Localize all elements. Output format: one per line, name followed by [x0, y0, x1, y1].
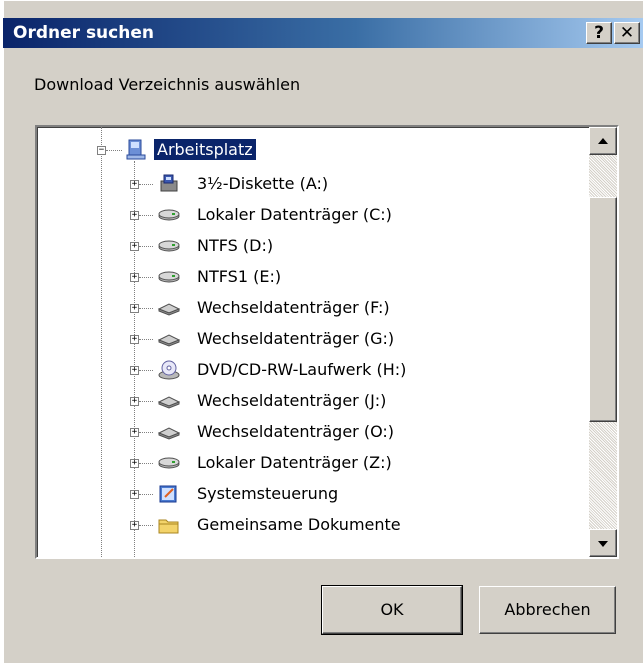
tree-line: [139, 401, 153, 402]
tree-line: [101, 127, 102, 557]
computer-icon: [126, 139, 146, 160]
expand-toggle[interactable]: +: [130, 242, 139, 251]
folder-icon: [158, 519, 179, 534]
tree-node-label[interactable]: 3½-Diskette (A:): [194, 173, 331, 194]
help-button[interactable]: ?: [586, 22, 612, 44]
floppy-drive-icon: [160, 174, 178, 192]
tree-line: [139, 432, 153, 433]
control-panel-icon: [159, 485, 177, 503]
expand-toggle[interactable]: +: [130, 521, 139, 530]
tree-line: [139, 525, 153, 526]
tree-node-label[interactable]: DVD/CD-RW-Laufwerk (H:): [194, 359, 409, 380]
arrow-up-icon: [598, 138, 608, 144]
expand-toggle[interactable]: +: [130, 304, 139, 313]
tree-node-label[interactable]: Wechseldatenträger (J:): [194, 390, 389, 411]
tree-line: [139, 370, 153, 371]
removable-drive-icon: [157, 427, 181, 440]
tree-line: [139, 246, 153, 247]
expand-toggle[interactable]: +: [130, 180, 139, 189]
arrow-down-icon: [598, 541, 608, 547]
tree-node-label[interactable]: Lokaler Datenträger (C:): [194, 204, 395, 225]
expand-toggle[interactable]: +: [130, 490, 139, 499]
hard-drive-icon: [158, 457, 180, 469]
expand-toggle[interactable]: +: [130, 459, 139, 468]
expand-toggle[interactable]: +: [130, 211, 139, 220]
tree-node-label[interactable]: Wechseldatenträger (O:): [194, 421, 397, 442]
vertical-scrollbar[interactable]: [589, 127, 617, 557]
scroll-down-button[interactable]: [589, 529, 617, 557]
ok-button[interactable]: OK: [321, 585, 463, 635]
tree-node-label[interactable]: NTFS (D:): [194, 235, 276, 256]
tree-line: [139, 308, 153, 309]
tree-line: [139, 339, 153, 340]
hard-drive-icon: [158, 240, 180, 252]
title-bar[interactable]: Ordner suchen ? ✕: [3, 18, 643, 48]
expand-toggle[interactable]: +: [130, 397, 139, 406]
expand-toggle[interactable]: +: [130, 366, 139, 375]
tree-node-label[interactable]: NTFS1 (E:): [194, 266, 284, 287]
hard-drive-icon: [158, 209, 180, 221]
tree-node-label[interactable]: Systemsteuerung: [194, 483, 341, 504]
cd-drive-icon: [158, 360, 180, 380]
tree-view[interactable]: − Arbeitsplatz +3½-Diskette (A:) + Lokaler…: [37, 127, 589, 557]
tree-line: [139, 277, 153, 278]
tree-node-label[interactable]: Wechseldatenträger (F:): [194, 297, 393, 318]
tree-node-label[interactable]: Wechseldatenträger (G:): [194, 328, 397, 349]
tree-line: [139, 184, 153, 185]
tree-line: [106, 150, 122, 151]
tree-line: [139, 463, 153, 464]
tree-line: [139, 494, 153, 495]
expand-toggle[interactable]: +: [130, 428, 139, 437]
removable-drive-icon: [157, 396, 181, 409]
window-title: Ordner suchen: [13, 23, 154, 43]
scroll-thumb[interactable]: [589, 197, 617, 422]
collapse-toggle[interactable]: −: [97, 146, 106, 155]
tree-node-label[interactable]: Gemeinsame Dokumente: [194, 514, 404, 535]
tree-node-label[interactable]: Lokaler Datenträger (Z:): [194, 452, 395, 473]
removable-drive-icon: [157, 303, 181, 316]
cancel-button[interactable]: Abbrechen: [479, 586, 616, 634]
folder-tree[interactable]: − Arbeitsplatz +3½-Diskette (A:) + Lokaler…: [35, 125, 619, 559]
close-button[interactable]: ✕: [614, 22, 640, 44]
dialog-prompt: Download Verzeichnis auswählen: [34, 75, 301, 94]
tree-node-root-label[interactable]: Arbeitsplatz: [154, 139, 256, 160]
hard-drive-icon: [158, 271, 180, 283]
expand-toggle[interactable]: +: [130, 335, 139, 344]
tree-line: [139, 215, 153, 216]
expand-toggle[interactable]: +: [130, 273, 139, 282]
scroll-up-button[interactable]: [589, 127, 617, 155]
removable-drive-icon: [157, 334, 181, 347]
